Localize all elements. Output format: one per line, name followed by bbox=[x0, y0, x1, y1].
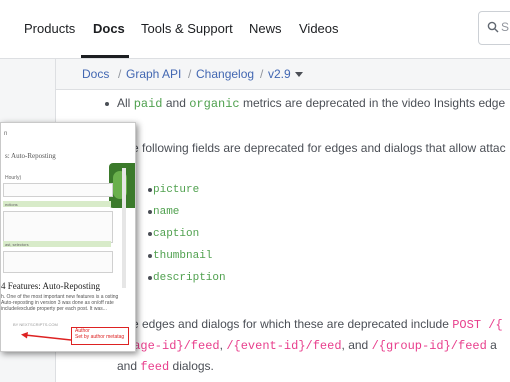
bullet bbox=[105, 102, 109, 106]
field-description: description bbox=[153, 272, 226, 284]
bullet bbox=[148, 232, 152, 236]
arrow-icon bbox=[21, 332, 72, 341]
overlay-section-label: ections bbox=[5, 202, 18, 207]
field-caption: caption bbox=[153, 228, 200, 240]
overlay-scrollbar bbox=[122, 168, 126, 288]
top-navigation: Products Docs Tools & Support News Video… bbox=[0, 0, 510, 59]
breadcrumb-separator: / bbox=[260, 67, 264, 81]
deprecation-line-5: and feed dialogs. bbox=[117, 359, 214, 374]
overlay-settings-row bbox=[3, 183, 113, 197]
overlay-site-label: BY NEXTSCRIPTS.COM bbox=[13, 322, 58, 327]
search-placeholder: S bbox=[501, 20, 510, 34]
field-thumbnail: thumbnail bbox=[153, 250, 213, 262]
nav-tools-support[interactable]: Tools & Support bbox=[141, 21, 233, 36]
screenshot-overlay: n s: Auto-Reposting Hourly) ections ast,… bbox=[0, 122, 136, 352]
breadcrumb-separator: / bbox=[118, 67, 122, 81]
bullet bbox=[148, 276, 152, 280]
breadcrumb-separator: / bbox=[188, 67, 192, 81]
field-name: name bbox=[153, 206, 180, 218]
chevron-down-icon[interactable] bbox=[295, 72, 303, 77]
overlay-panel bbox=[3, 251, 113, 273]
breadcrumb: Docs / Graph API / Changelog / v2.9 bbox=[56, 59, 510, 90]
overlay-green-bar bbox=[3, 201, 111, 207]
overlay-title: s: Auto-Reposting bbox=[5, 152, 56, 160]
nav-products[interactable]: Products bbox=[24, 21, 75, 36]
author-note: Author Set by author metatag bbox=[71, 327, 129, 345]
overlay-selectors-label: ast, selectors bbox=[5, 242, 29, 247]
breadcrumb-docs[interactable]: Docs bbox=[82, 67, 109, 81]
field-picture: picture bbox=[153, 184, 200, 196]
active-tab-indicator bbox=[81, 55, 129, 58]
deprecation-line-1: All paid and organic metrics are depreca… bbox=[117, 96, 506, 111]
breadcrumb-changelog[interactable]: Changelog bbox=[196, 67, 254, 81]
deprecation-line-2: e following fields are deprecated for ed… bbox=[132, 141, 506, 155]
nav-docs[interactable]: Docs bbox=[93, 21, 125, 36]
breadcrumb-version[interactable]: v2.9 bbox=[268, 67, 291, 81]
overlay-paragraph: h. One of the most important new feature… bbox=[1, 294, 119, 312]
nav-videos[interactable]: Videos bbox=[299, 21, 339, 36]
search-icon bbox=[487, 21, 499, 33]
overlay-corner-letter: n bbox=[4, 131, 8, 137]
bullet bbox=[148, 188, 152, 192]
nav-news[interactable]: News bbox=[249, 21, 282, 36]
bullet bbox=[148, 254, 152, 258]
bullet bbox=[148, 210, 152, 214]
deprecation-line-3: e edges and dialogs for which these are … bbox=[132, 317, 503, 332]
deprecation-line-4: page-id}/feed, /{event-id}/feed, and /{g… bbox=[126, 338, 497, 353]
breadcrumb-graph-api[interactable]: Graph API bbox=[126, 67, 181, 81]
overlay-heading: 4 Features: Auto-Reposting bbox=[1, 281, 100, 291]
overlay-panel bbox=[3, 211, 113, 243]
author-note-detail: Set by author metatag bbox=[75, 334, 125, 340]
search-input[interactable]: S bbox=[478, 11, 510, 45]
overlay-hourly-label: Hourly) bbox=[5, 175, 22, 181]
